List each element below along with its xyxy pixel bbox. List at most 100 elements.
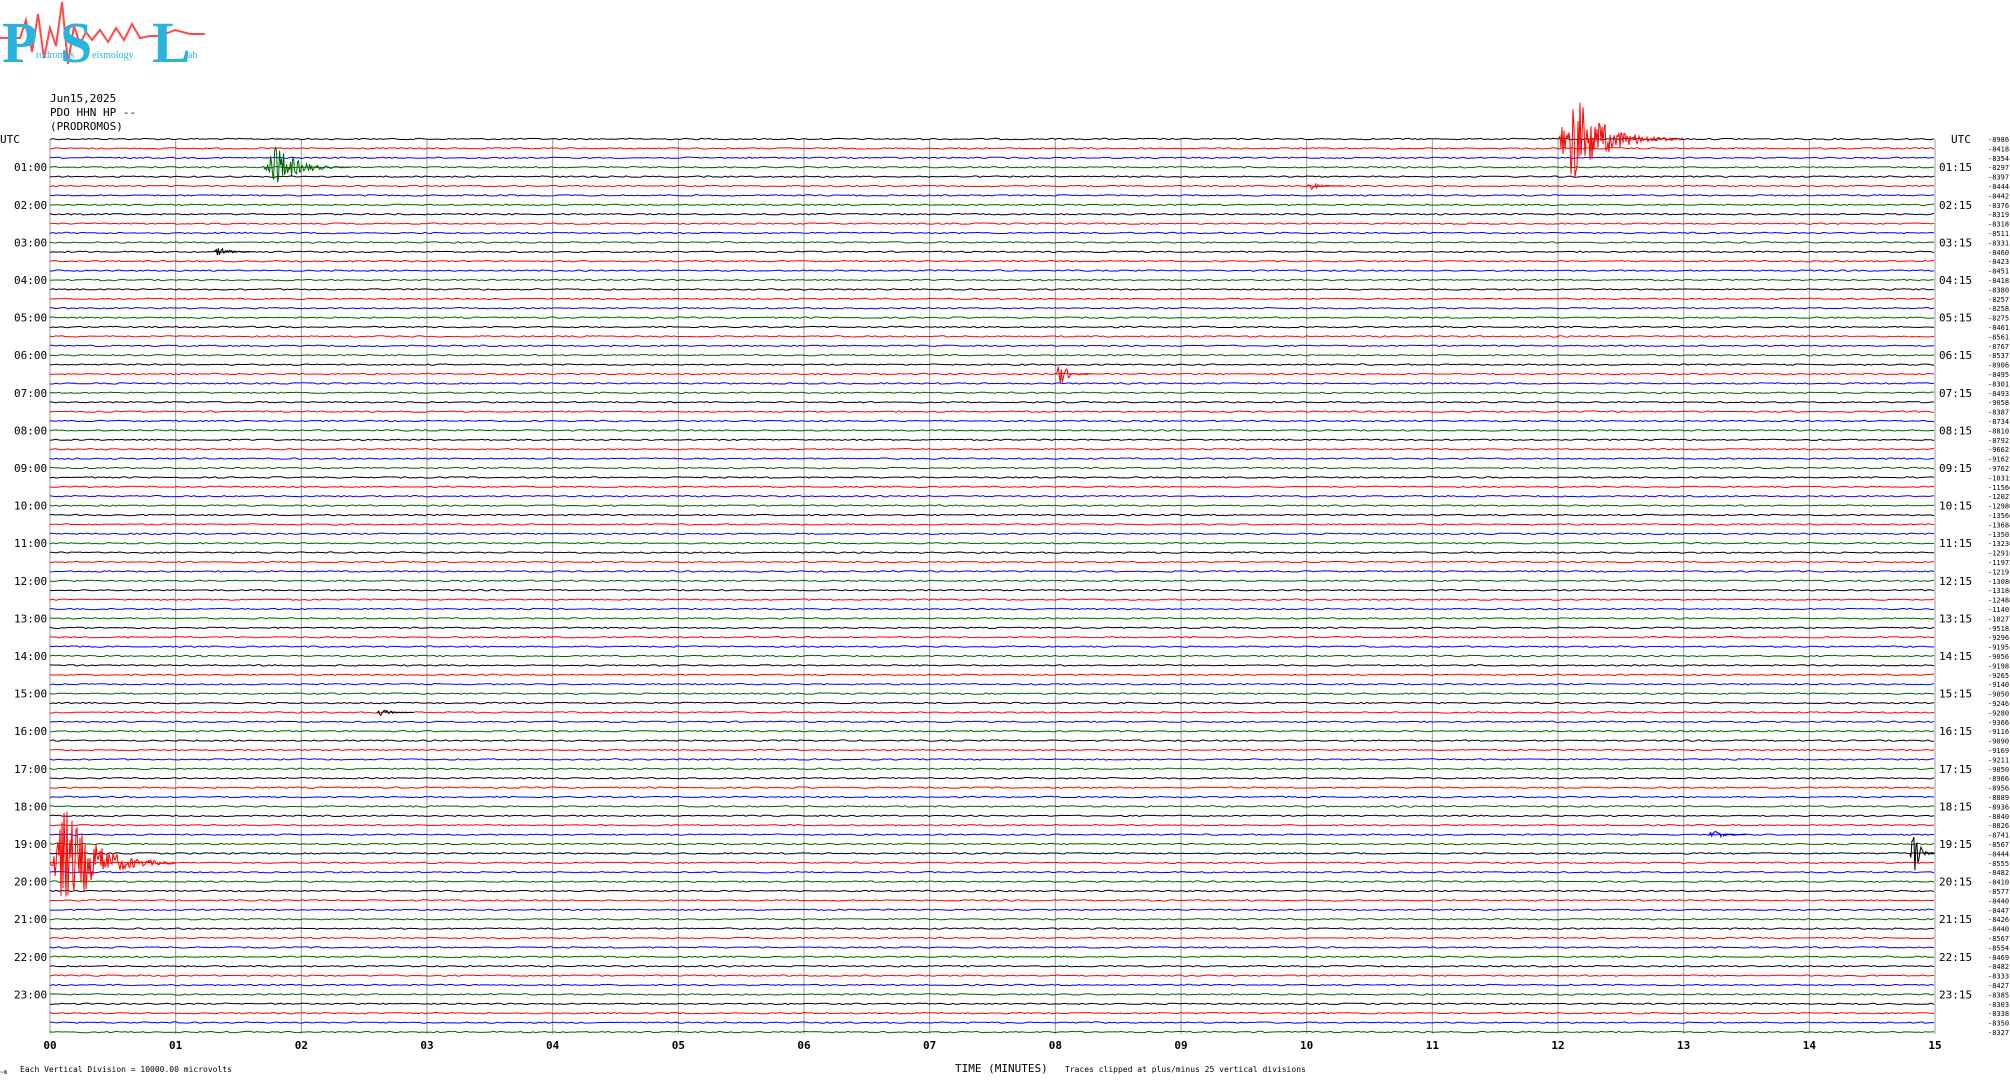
trace-row-15	[49, 278, 1935, 282]
trace-row-79	[49, 880, 1935, 883]
trace-offset-value: -8826	[1988, 822, 2009, 830]
trace-offset-value: -8442	[1988, 192, 2009, 200]
left-hour-label: 21:00	[14, 913, 47, 926]
trace-offset-value: -12191	[1988, 568, 2010, 576]
trace-row-7	[49, 203, 1934, 207]
right-hour-label: 15:15	[1939, 688, 1972, 701]
trace-offset-value: -8410	[1988, 879, 2009, 887]
trace-row-54	[49, 645, 1935, 648]
left-hour-label: 09:00	[14, 462, 47, 475]
x-tick-label: 07	[923, 1039, 936, 1052]
x-tick-label: 00	[43, 1039, 56, 1052]
trace-offset-value: -8418	[1988, 145, 2009, 153]
trace-row-50	[49, 607, 1935, 611]
trace-row-20	[49, 325, 1935, 329]
x-tick-label: 11	[1426, 1039, 1440, 1052]
trace-offset-value: -9050	[1988, 691, 2009, 699]
trace-offset-value: -8397	[1988, 174, 2009, 182]
trace-offset-value: -9169	[1988, 747, 2009, 755]
event-trace-7	[1909, 836, 1935, 871]
trace-offset-value: -9058	[1988, 399, 2009, 407]
trace-offset-value: -8387	[1988, 409, 2009, 417]
trace-row-47	[49, 579, 1935, 583]
trace-row-39	[49, 504, 1935, 507]
trace-row-41	[49, 523, 1935, 526]
trace-row-18	[49, 306, 1935, 310]
trace-row-64	[49, 739, 1934, 742]
x-tick-label: 01	[169, 1039, 183, 1052]
x-tick-label: 13	[1677, 1039, 1690, 1052]
trace-offset-value: -9211	[1988, 756, 2009, 764]
left-hour-label: 19:00	[14, 838, 47, 851]
trace-offset-value: -8444	[1988, 183, 2009, 191]
left-hour-label: 16:00	[14, 725, 47, 738]
left-axis-title: UTC	[0, 133, 20, 146]
trace-offset-value: -9050	[1988, 766, 2009, 774]
trace-row-32	[49, 438, 1935, 442]
trace-row-31	[49, 429, 1935, 432]
trace-row-46	[49, 570, 1935, 573]
right-hour-label: 10:15	[1939, 500, 1972, 513]
trace-offset-value: -8303	[1988, 1001, 2009, 1009]
trace-row-14	[50, 269, 1935, 272]
trace-row-56	[49, 664, 1935, 667]
x-tick-label: 03	[420, 1039, 433, 1052]
trace-row-66	[49, 758, 1935, 761]
trace-row-84	[49, 927, 1935, 930]
trace-row-13	[49, 259, 1935, 263]
right-axis-title: UTC	[1951, 133, 1971, 146]
trace-row-12	[49, 250, 1935, 254]
trace-row-59	[49, 692, 1935, 695]
trace-row-93	[49, 1011, 1935, 1015]
trace-row-8	[49, 212, 1935, 216]
trace-offset-value: -9198	[1988, 662, 2009, 670]
trace-row-94	[49, 1021, 1935, 1024]
x-tick-label: 08	[1049, 1039, 1062, 1052]
right-hour-label: 03:15	[1939, 236, 1972, 249]
trace-row-95	[49, 1030, 1935, 1034]
left-hour-label: 06:00	[14, 349, 47, 362]
trace-offset-value: -8840	[1988, 813, 2009, 821]
trace-offset-value: -9265	[1988, 672, 2009, 680]
trace-offset-value: -8440	[1988, 926, 2009, 934]
trace-offset-value: -8495	[1988, 371, 2009, 379]
trace-row-25	[49, 372, 1935, 376]
event-trace-8	[49, 811, 176, 897]
left-hour-label: 08:00	[14, 424, 47, 437]
right-hour-label: 08:15	[1939, 424, 1972, 437]
trace-offset-value: -8469	[1988, 954, 2009, 962]
trace-row-27	[49, 391, 1934, 395]
trace-row-11	[49, 241, 1935, 244]
trace-row-22	[49, 344, 1935, 348]
left-hour-label: 22:00	[14, 951, 47, 964]
trace-row-71	[49, 805, 1935, 808]
trace-offset-value: -8493	[1988, 390, 2009, 398]
trace-rows	[49, 137, 1935, 1034]
right-hour-label: 05:15	[1939, 312, 1972, 325]
trace-row-5	[49, 184, 1935, 188]
trace-row-6	[49, 194, 1935, 197]
trace-row-51	[49, 617, 1935, 620]
trace-row-30	[49, 419, 1935, 423]
trace-offset-value: -9246	[1988, 700, 2009, 708]
trace-offset-value: -8257	[1988, 296, 2009, 304]
trace-offset-value: -11560	[1988, 484, 2010, 492]
trace-row-42	[49, 532, 1935, 536]
trace-row-80	[49, 889, 1935, 893]
trace-offset-value: -8461	[1988, 324, 2009, 332]
seismogram-chart: UTC UTC 01:00 02:00 03:00 04:00 05:00 06:00 07:0…	[0, 102, 2010, 1076]
trace-row-23	[49, 353, 1935, 357]
trace-row-2	[49, 156, 1935, 160]
trace-offset-value: -8319	[1988, 211, 2009, 219]
trace-offset-value: -8338	[1988, 1010, 2009, 1018]
trace-offset-value: -9366	[1988, 719, 2009, 727]
trace-offset-value: -8354	[1988, 155, 2009, 163]
trace-offset-value: -8427	[1988, 982, 2009, 990]
trace-row-26	[50, 382, 1935, 385]
trace-offset-value: -9662	[1988, 446, 2009, 454]
trace-row-74	[49, 833, 1935, 836]
left-hour-label: 07:00	[14, 387, 47, 400]
trace-row-17	[49, 297, 1935, 301]
right-hour-label: 18:15	[1939, 800, 1972, 813]
trace-row-48	[49, 588, 1935, 592]
